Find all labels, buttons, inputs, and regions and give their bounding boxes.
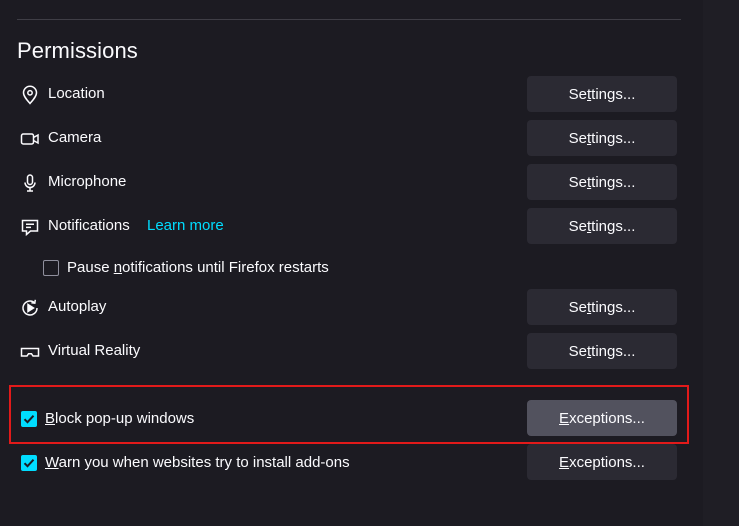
button-label-post: tings... <box>591 342 636 360</box>
warn-addons-option[interactable]: Warn you when websites try to install ad… <box>21 454 421 473</box>
top-divider <box>17 19 681 20</box>
checkmark-icon <box>23 415 35 424</box>
permission-row-notifications: Notifications Learn more Se t tings... <box>19 208 679 244</box>
permission-row-location: Location Se t tings... <box>19 76 679 112</box>
pause-notifications-option[interactable]: Pause notifications until Firefox restar… <box>43 259 363 278</box>
label-post: arn you when websites try to install add… <box>58 454 350 471</box>
permission-label: Notifications <box>48 217 130 234</box>
scroll-gutter <box>703 0 739 526</box>
warn-addons-exceptions-button[interactable]: Exceptions... <box>527 444 677 480</box>
permission-row-virtual-reality: Virtual Reality Se t tings... <box>19 333 679 369</box>
accesskey: B <box>45 410 56 427</box>
button-label-post: tings... <box>591 85 636 103</box>
button-label-post: tings... <box>591 298 636 316</box>
button-label-pre: Se <box>568 342 587 360</box>
label-post: lock pop-up windows <box>55 410 195 427</box>
pause-notifications-checkbox[interactable] <box>43 260 59 276</box>
checkmark-icon <box>23 459 35 468</box>
camera-settings-button[interactable]: Se t tings... <box>527 120 677 156</box>
button-label-post: tings... <box>591 129 636 147</box>
button-label-post: xceptions... <box>569 453 645 471</box>
label-pre: Pause <box>67 259 114 276</box>
button-label-pre: Se <box>568 298 587 316</box>
learn-more-link[interactable]: Learn more <box>147 217 224 234</box>
block-popups-checkbox[interactable] <box>21 411 37 427</box>
button-label-pre: Se <box>568 173 587 191</box>
microphone-icon <box>19 172 41 194</box>
button-label-pre: Se <box>568 129 587 147</box>
autoplay-settings-button[interactable]: Se t tings... <box>527 289 677 325</box>
notifications-icon <box>19 216 41 238</box>
permission-label: Autoplay <box>48 298 107 315</box>
accesskey: E <box>559 453 570 471</box>
section-title: Permissions <box>17 38 138 63</box>
microphone-settings-button[interactable]: Se t tings... <box>527 164 677 200</box>
location-settings-button[interactable]: Se t tings... <box>527 76 677 112</box>
button-label-pre: Se <box>568 85 587 103</box>
button-label-pre: Se <box>568 217 587 235</box>
vr-headset-icon <box>19 341 41 363</box>
permission-row-camera: Camera Se t tings... <box>19 120 679 156</box>
notifications-settings-button[interactable]: Se t tings... <box>527 208 677 244</box>
warn-addons-checkbox[interactable] <box>21 455 37 471</box>
block-popups-exceptions-button[interactable]: Exceptions... <box>527 400 677 436</box>
label-post: otifications until Firefox restarts <box>122 259 329 276</box>
location-pin-icon <box>19 84 41 106</box>
button-label-post: xceptions... <box>569 409 645 427</box>
permission-label: Microphone <box>48 173 127 190</box>
virtual-reality-settings-button[interactable]: Se t tings... <box>527 333 677 369</box>
pause-notifications-label: Pause notifications until Firefox restar… <box>67 259 329 276</box>
accesskey: E <box>559 409 570 427</box>
permission-label: Virtual Reality <box>48 342 141 359</box>
accesskey: n <box>113 259 123 276</box>
permission-label: Camera <box>48 129 102 146</box>
block-popups-option[interactable]: Block pop-up windows <box>21 410 321 429</box>
block-popups-label: Block pop-up windows <box>45 410 194 427</box>
accesskey: W <box>45 454 59 471</box>
autoplay-icon <box>19 297 41 319</box>
button-label-post: tings... <box>591 217 636 235</box>
camera-icon <box>19 128 41 150</box>
permission-label: Location <box>48 85 105 102</box>
warn-addons-label: Warn you when websites try to install ad… <box>45 454 350 471</box>
permission-row-autoplay: Autoplay Se t tings... <box>19 289 679 325</box>
button-label-post: tings... <box>591 173 636 191</box>
permission-row-microphone: Microphone Se t tings... <box>19 164 679 200</box>
